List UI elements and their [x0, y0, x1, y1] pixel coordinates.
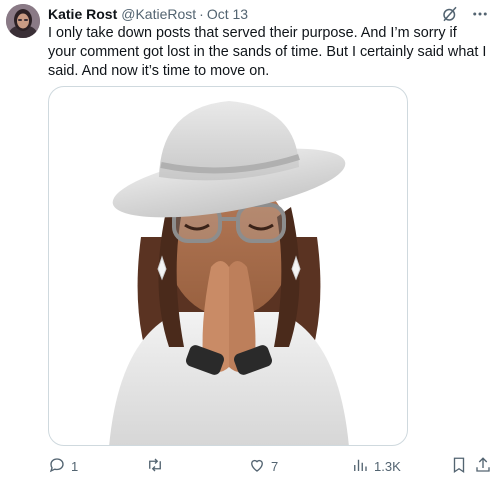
reply-icon: [48, 456, 66, 477]
share-icon: [474, 456, 492, 477]
reply-count: 1: [71, 458, 79, 474]
heart-icon: [248, 456, 266, 477]
share-button[interactable]: [474, 456, 492, 476]
bookmark-icon: [450, 456, 468, 477]
memoji-praying-image: [109, 101, 349, 445]
views-button[interactable]: 1.3K: [351, 456, 401, 476]
tweet-date[interactable]: Oct 13: [207, 6, 248, 22]
tweet-media[interactable]: [48, 86, 408, 446]
like-count: 7: [271, 458, 279, 474]
author-handle[interactable]: @KatieRost: [121, 6, 196, 22]
author-name[interactable]: Katie Rost: [48, 6, 117, 22]
retweet-button[interactable]: [146, 456, 169, 476]
retweet-icon: [146, 456, 164, 477]
tweet-text: I only take down posts that served their…: [48, 25, 487, 79]
separator-dot: ·: [199, 6, 204, 22]
tweet-actions: 1 7 1.3K: [48, 456, 490, 476]
bookmark-button[interactable]: [450, 456, 468, 476]
like-button[interactable]: 7: [248, 456, 278, 476]
tweet-header: Katie Rost @KatieRost · Oct 13: [48, 5, 490, 23]
avatar[interactable]: [6, 4, 40, 38]
more-icon[interactable]: [470, 5, 490, 23]
avatar-image: [6, 4, 40, 38]
reply-button[interactable]: 1: [48, 456, 78, 476]
grok-icon[interactable]: [440, 5, 460, 23]
views-count: 1.3K: [374, 458, 401, 474]
views-icon: [351, 456, 369, 477]
